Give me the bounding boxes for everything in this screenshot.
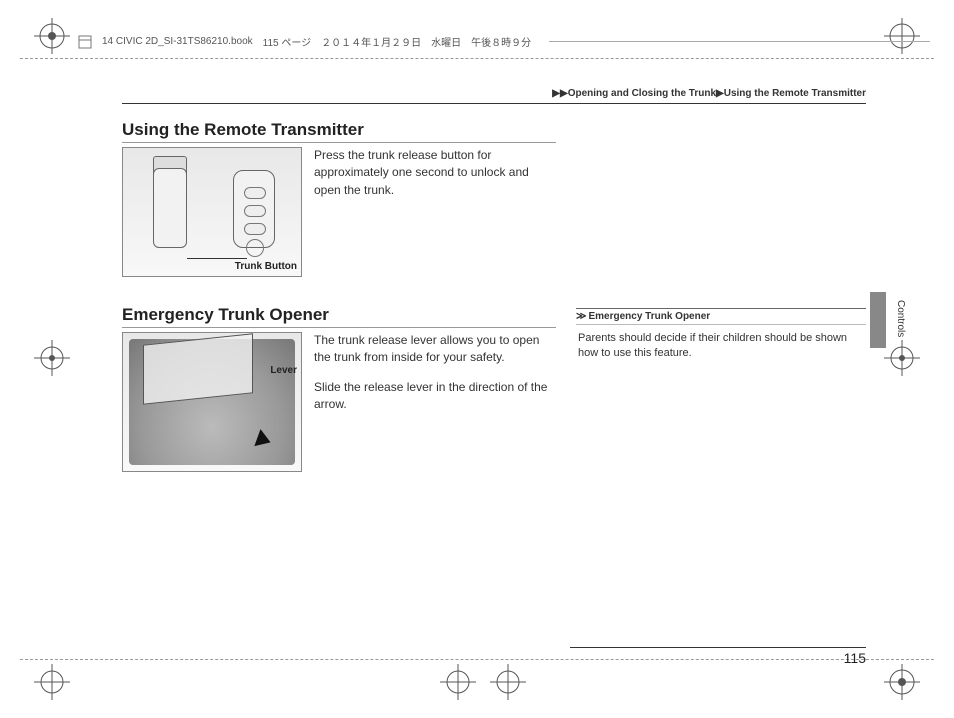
- breadcrumb-arrow-icon: ▶▶: [552, 88, 567, 99]
- reg-mark-icon: [440, 664, 476, 700]
- book-date-tag: ２０１４年１月２９日 水曜日 午後８時９分: [321, 34, 531, 49]
- reg-mark-icon: [884, 664, 920, 700]
- reg-mark-icon: [34, 664, 70, 700]
- breadcrumb: ▶▶Opening and Closing the Trunk▶Using th…: [122, 88, 866, 104]
- note-body: Parents should decide if their children …: [576, 325, 866, 368]
- section2-body1: The trunk release lever allows you to op…: [314, 332, 554, 367]
- main-content: Using the Remote Transmitter Trunk Butto…: [122, 120, 866, 658]
- book-icon: [78, 35, 92, 49]
- book-page-tag: 115 ページ: [263, 34, 312, 49]
- chapter-tab: [870, 292, 886, 348]
- section2-title: Emergency Trunk Opener: [122, 305, 556, 328]
- book-header: 14 CIVIC 2D_SI-31TS86210.book 115 ページ ２０…: [78, 34, 930, 49]
- reg-mark-icon: [490, 664, 526, 700]
- emergency-trunk-illustration: Lever: [122, 332, 302, 472]
- note-marker-icon: ≫: [576, 311, 586, 322]
- breadcrumb-part1: Opening and Closing the Trunk: [568, 88, 716, 99]
- book-filename: 14 CIVIC 2D_SI-31TS86210.book: [102, 36, 253, 47]
- section1-body: Press the trunk release button for appro…: [314, 147, 554, 199]
- lever-callout: Lever: [270, 365, 297, 376]
- reg-mark-icon: [34, 340, 70, 376]
- page-number: 115: [570, 647, 866, 666]
- breadcrumb-part2: Using the Remote Transmitter: [724, 88, 866, 99]
- sidebar-note: ≫ Emergency Trunk Opener Parents should …: [576, 308, 866, 368]
- page-boundary-dashed: [20, 58, 934, 59]
- trunk-button-callout: Trunk Button: [235, 261, 297, 272]
- reg-mark-icon: [34, 18, 70, 54]
- breadcrumb-arrow-icon: ▶: [716, 88, 724, 99]
- remote-transmitter-illustration: Trunk Button: [122, 147, 302, 277]
- section2-body2: Slide the release lever in the direction…: [314, 379, 554, 414]
- chapter-tab-label: Controls: [895, 300, 906, 337]
- reg-mark-icon: [884, 340, 920, 376]
- note-title: Emergency Trunk Opener: [588, 311, 710, 322]
- section1-title: Using the Remote Transmitter: [122, 120, 556, 143]
